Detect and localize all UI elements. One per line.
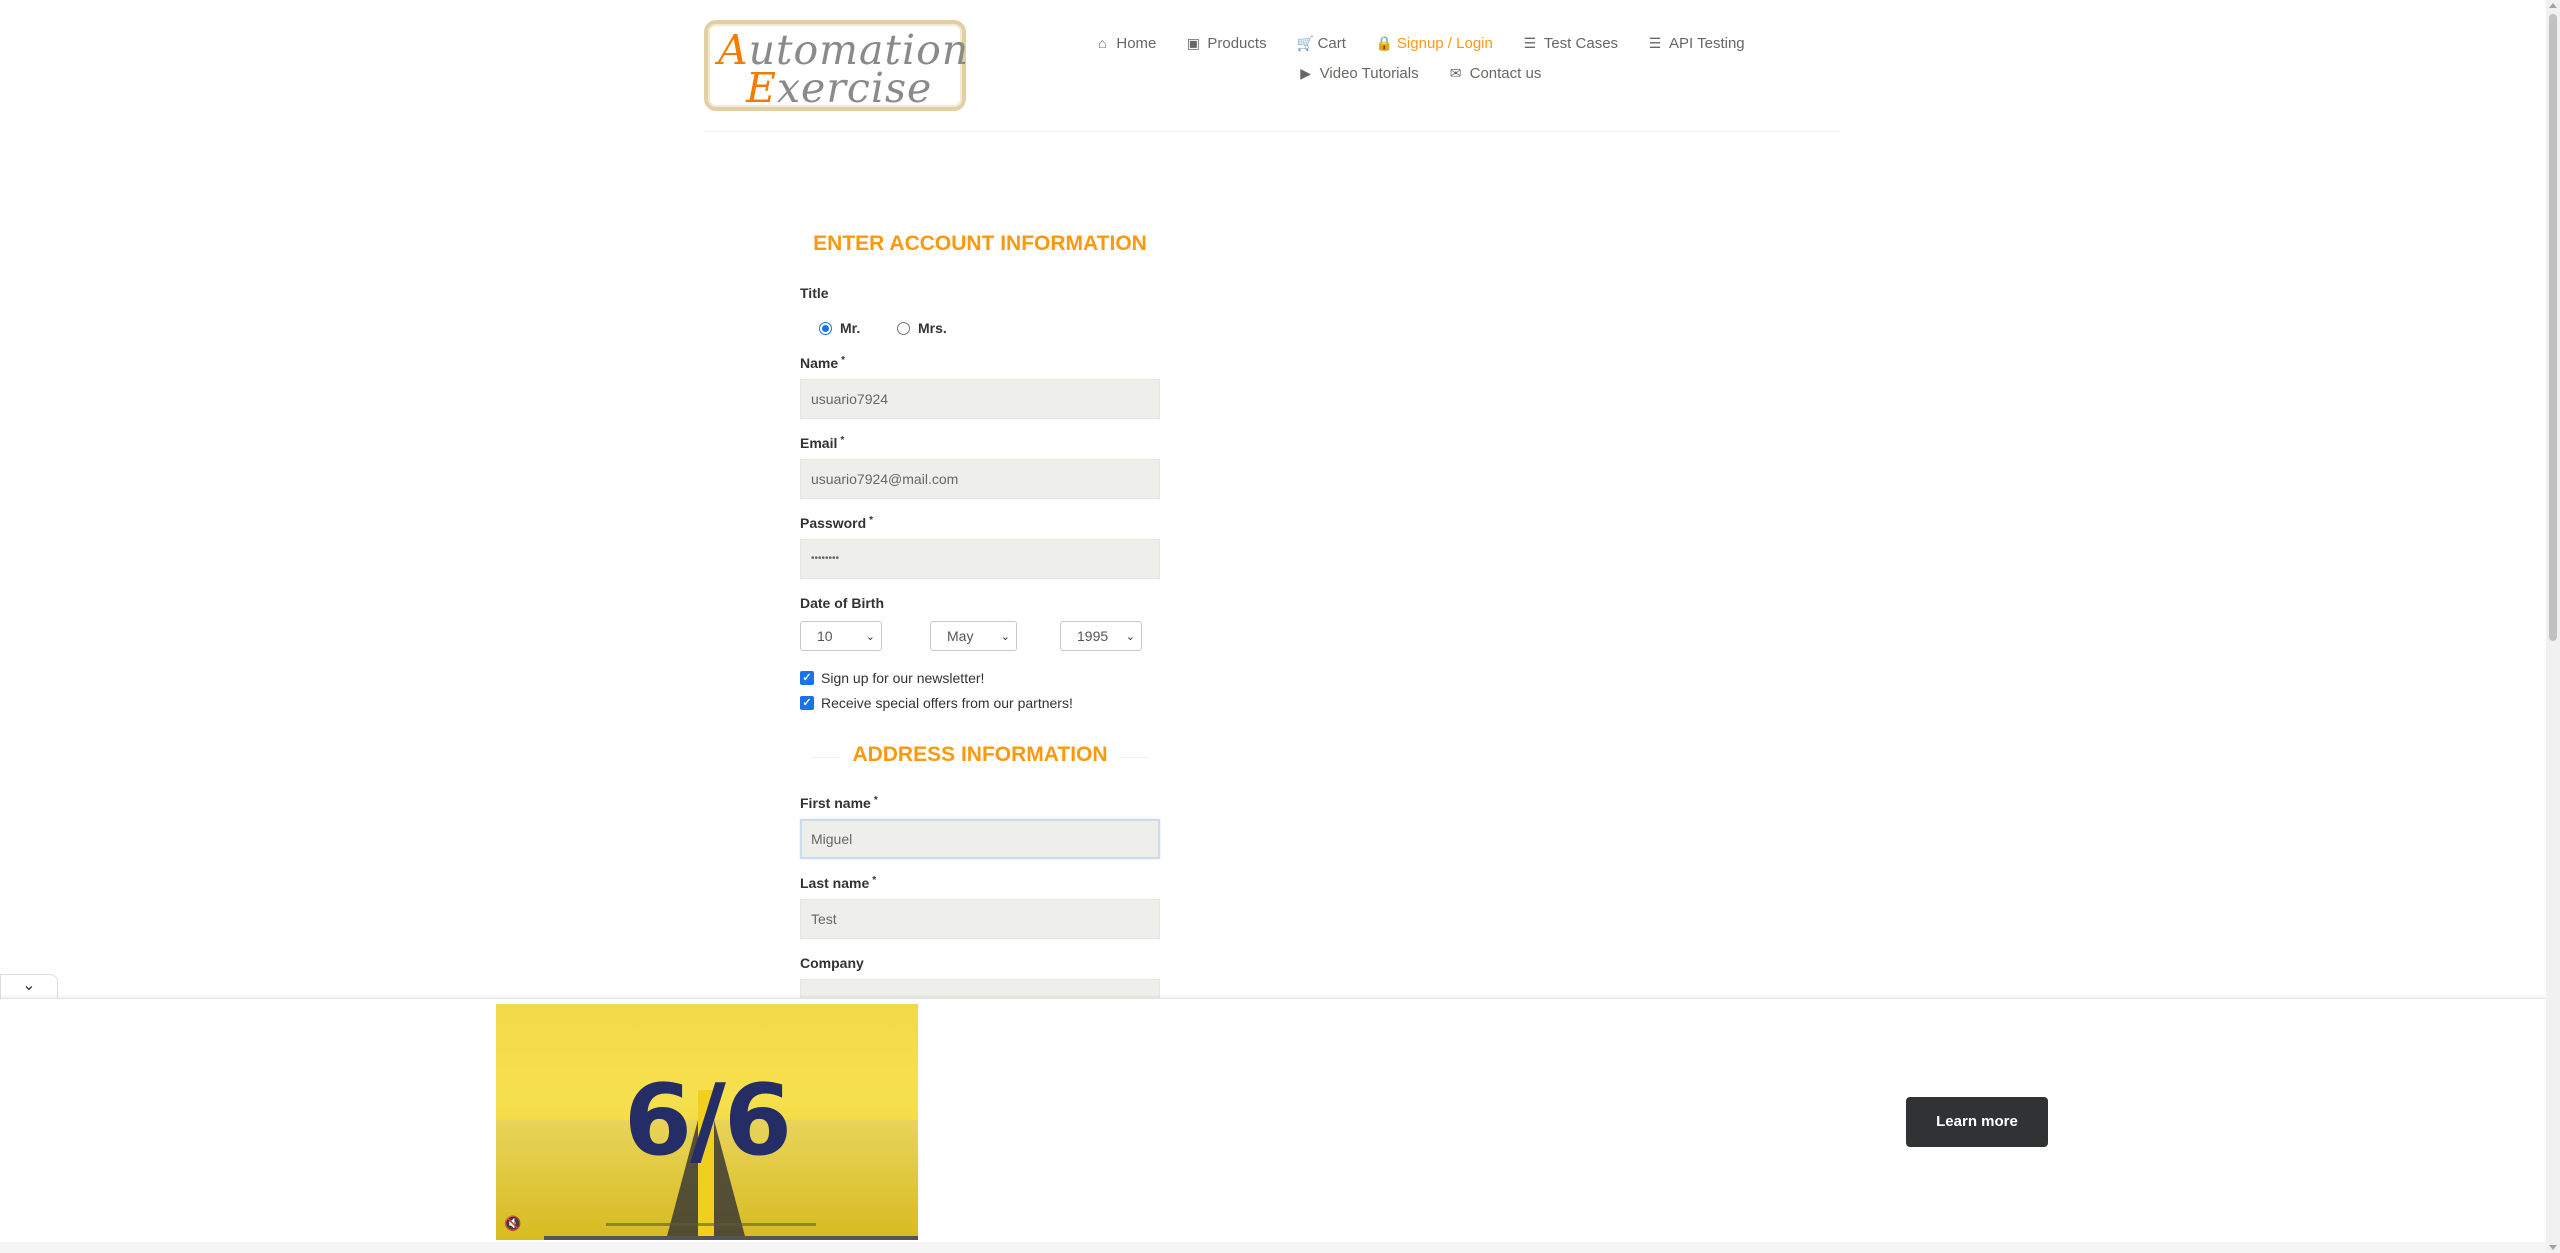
youtube-icon: ▶ <box>1300 64 1312 81</box>
nav-link-video-tutorials[interactable]: ▶ Video Tutorials <box>1299 64 1419 82</box>
dob-month-select[interactable]: May ⌄ <box>930 621 1017 651</box>
ad-video[interactable]: 6/6 🔇 <box>496 1004 918 1240</box>
checkmark-icon[interactable]: ✓ <box>800 671 814 685</box>
scroll-down-icon[interactable] <box>2549 1245 2557 1250</box>
logo-line-2: Exercise <box>746 64 933 112</box>
email-label: Email * <box>800 435 845 451</box>
chevron-down-icon: ⌄ <box>1125 630 1135 643</box>
ad-headline: 6/6 <box>623 1064 792 1178</box>
site-header: Automation Exercise ⌂ Home ▣ Products 🛒 Cart 🔒… <box>0 0 2546 135</box>
dob-year-value: 1995 <box>1077 628 1109 644</box>
ad-fine-print <box>606 1223 816 1226</box>
radio-mrs-dot[interactable] <box>897 321 910 335</box>
password-field[interactable]: •••••••• <box>800 539 1160 579</box>
home-icon: ⌂ <box>1098 35 1107 51</box>
last-name-field[interactable]: Test <box>800 899 1160 939</box>
email-field[interactable]: usuario7924@mail.com <box>800 459 1160 499</box>
envelope-icon: ✉ <box>1449 64 1462 81</box>
first-name-field[interactable]: Miguel <box>800 819 1160 859</box>
nav-row-2: ▶ Video Tutorials ✉ Contact us <box>1100 58 1740 88</box>
nav-link-label: Cart <box>1317 34 1346 52</box>
list-icon: ☰ <box>1648 34 1662 51</box>
nav-link-test-cases[interactable]: ☰ Test Cases <box>1523 35 1618 52</box>
main-nav: ⌂ Home ▣ Products 🛒 Cart 🔒 Signup / Login ☰ Test … <box>1098 28 1745 88</box>
ad-collapse-button[interactable]: ⌄ <box>0 974 58 998</box>
nav-link-label: Products <box>1207 34 1267 52</box>
scroll-up-icon[interactable] <box>2549 3 2557 8</box>
scrollbar[interactable] <box>2546 0 2560 1253</box>
radio-mrs[interactable]: Mrs. <box>897 320 947 336</box>
nav-link-contact-us[interactable]: ✉ Contact us <box>1449 65 1542 82</box>
nav-link-home[interactable]: ⌂ Home <box>1095 35 1156 52</box>
chevron-down-icon: ⌄ <box>1000 630 1010 643</box>
address-title: ADDRESS INFORMATION <box>800 743 1160 767</box>
nav-link-label: Signup / Login <box>1396 34 1493 52</box>
lock-icon: 🔒 <box>1375 34 1394 51</box>
nav-link-label: Video Tutorials <box>1319 64 1419 82</box>
nav-link-label: Contact us <box>1469 64 1542 82</box>
name-field[interactable]: usuario7924 <box>800 379 1160 419</box>
radio-mr-label: Mr. <box>840 320 861 336</box>
chevron-down-icon: ⌄ <box>865 630 875 643</box>
name-label: Name * <box>800 355 846 371</box>
first-name-label: First name * <box>800 795 878 811</box>
nav-link-label: API Testing <box>1669 34 1745 52</box>
ad-progress-bar <box>544 1236 918 1240</box>
mute-icon[interactable]: 🔇 <box>504 1215 521 1232</box>
bottom-strip <box>0 1242 2546 1253</box>
dob-year-select[interactable]: 1995 ⌄ <box>1060 621 1142 651</box>
scrollbar-thumb[interactable] <box>2549 14 2557 641</box>
dob-day-select[interactable]: 10 ⌄ <box>800 621 882 651</box>
radio-mr-dot[interactable] <box>819 321 832 335</box>
briefcase-icon: ▣ <box>1186 34 1200 51</box>
site-logo[interactable]: Automation Exercise <box>704 20 968 112</box>
header-divider <box>704 131 1840 132</box>
checkmark-icon[interactable]: ✓ <box>800 696 814 710</box>
radio-mr[interactable]: Mr. <box>819 320 860 336</box>
company-field[interactable] <box>800 979 1160 999</box>
nav-link-label: Home <box>1116 34 1157 52</box>
nav-row-1: ⌂ Home ▣ Products 🛒 Cart 🔒 Signup / Login ☰ Test … <box>1098 28 1745 58</box>
dob-month-value: May <box>947 628 974 644</box>
signup-form: ENTER ACCOUNT INFORMATION Title Mr. Mrs.… <box>800 230 1160 999</box>
offers-checkbox[interactable]: ✓ Receive special offers from our partne… <box>800 695 1073 711</box>
form-title: ENTER ACCOUNT INFORMATION <box>813 232 1147 255</box>
dob-day-value: 10 <box>817 628 833 644</box>
nav-link-products[interactable]: ▣ Products <box>1186 34 1267 52</box>
newsletter-label: Sign up for our newsletter! <box>821 670 985 686</box>
nav-link-cart[interactable]: 🛒 Cart <box>1297 35 1346 52</box>
company-label: Company <box>800 955 864 971</box>
last-name-label: Last name * <box>800 875 877 891</box>
learn-more-button[interactable]: Learn more <box>1906 1097 2048 1147</box>
title-label: Title <box>800 285 829 301</box>
password-label: Password * <box>800 515 874 531</box>
dob-label: Date of Birth <box>800 595 884 611</box>
nav-link-api-testing[interactable]: ☰ API Testing <box>1648 35 1745 52</box>
list-icon: ☰ <box>1523 34 1537 51</box>
newsletter-checkbox[interactable]: ✓ Sign up for our newsletter! <box>800 670 984 686</box>
cart-icon: 🛒 <box>1296 34 1315 51</box>
nav-link-label: Test Cases <box>1543 34 1619 52</box>
ad-banner: 6/6 🔇 Learn more <box>0 998 2546 1243</box>
offers-label: Receive special offers from our partners… <box>821 695 1073 711</box>
radio-mrs-label: Mrs. <box>918 320 947 336</box>
nav-link-signup-login[interactable]: 🔒 Signup / Login <box>1376 35 1493 52</box>
